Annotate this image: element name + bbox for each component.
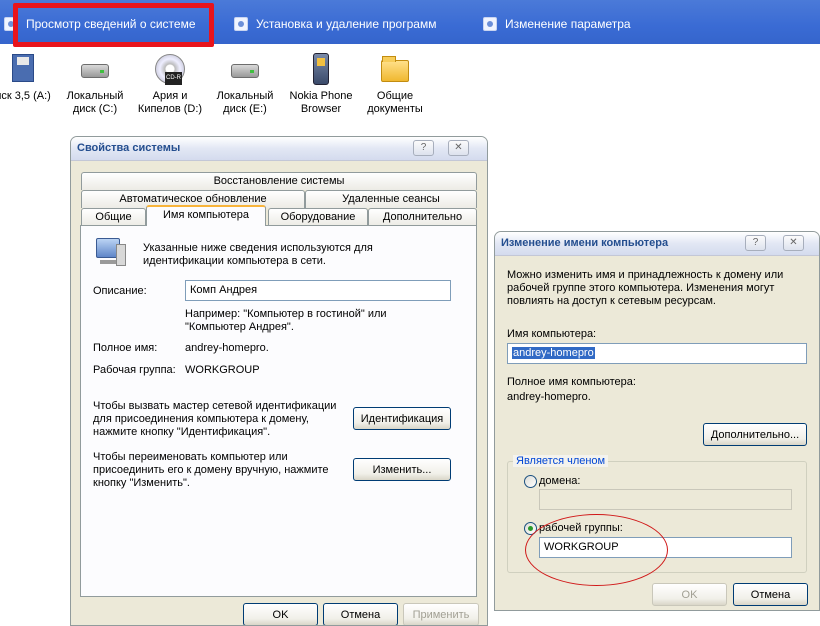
task-change-setting[interactable]: Изменение параметра xyxy=(483,14,631,34)
ok-button[interactable]: OK xyxy=(652,583,727,606)
system-properties-dialog: Свойства системы ? ✕ Восстановление сист… xyxy=(70,136,488,626)
rename-text: Чтобы переименовать компьютер или xyxy=(93,451,288,463)
desktop-icon-floppy[interactable]: иск 3,5 (A:) xyxy=(0,52,60,103)
tab-general[interactable]: Общие xyxy=(81,208,146,226)
full-name-value: andrey-homepro. xyxy=(185,342,269,354)
info-text: Указанные ниже сведения используются для xyxy=(143,242,373,254)
hard-drive-icon xyxy=(81,64,109,78)
desktop-icon-label: Общие xyxy=(376,90,414,102)
desktop-icon-label: диск (E:) xyxy=(223,103,267,115)
description-input[interactable]: Комп Андрея xyxy=(185,280,451,301)
add-remove-programs-icon xyxy=(234,17,248,31)
intro-text: повлиять на доступ к сетевым ресурсам. xyxy=(507,295,716,307)
change-button[interactable]: Изменить... xyxy=(353,458,451,481)
dialog-title: Изменение имени компьютера xyxy=(501,237,669,249)
network-id-button[interactable]: Идентификация xyxy=(353,407,451,430)
info-text: идентификации компьютера в сети. xyxy=(143,255,326,267)
phone-icon xyxy=(313,53,329,85)
dialog-titlebar[interactable]: Свойства системы ? ✕ xyxy=(71,137,487,161)
ok-button[interactable]: OK xyxy=(243,603,318,625)
computer-name-label: Имя компьютера: xyxy=(507,328,597,340)
task-pane-bar: Просмотр сведений о системе Установка и … xyxy=(0,0,820,47)
example-text: "Компьютер Андрея". xyxy=(185,321,294,333)
domain-input[interactable] xyxy=(539,489,792,510)
rename-text: кнопку "Изменить". xyxy=(93,477,190,489)
example-text: Например: "Компьютер в гостиной" или xyxy=(185,308,387,320)
computer-name-panel: Указанные ниже сведения используются для… xyxy=(80,225,477,597)
wizard-text: нажмите кнопку "Идентификация". xyxy=(93,426,271,438)
workgroup-value: WORKGROUP xyxy=(185,364,260,376)
help-icon[interactable]: ? xyxy=(413,140,434,156)
cancel-button[interactable]: Отмена xyxy=(733,583,808,606)
tab-system-restore[interactable]: Восстановление системы xyxy=(81,172,477,190)
intro-text: Можно изменить имя и принадлежность к до… xyxy=(507,269,784,281)
intro-text: рабочей группе этого компьютера. Изменен… xyxy=(507,282,775,294)
control-panel-icon xyxy=(483,17,497,31)
full-name-label: Полное имя компьютера: xyxy=(507,376,636,388)
rename-text: присоединить его к домену вручную, нажми… xyxy=(93,464,329,476)
task-label: Изменение параметра xyxy=(505,17,631,31)
close-icon[interactable]: ✕ xyxy=(448,140,469,156)
full-name-value: andrey-homepro. xyxy=(507,391,591,403)
dialog-title: Свойства системы xyxy=(77,142,181,154)
red-highlight-annotation xyxy=(13,3,214,47)
desktop-icon-label: Локальный xyxy=(66,90,124,102)
desktop-icon-label: Локальный xyxy=(216,90,274,102)
desktop-icon-label: Кипелов (D:) xyxy=(137,103,203,115)
folder-icon xyxy=(381,56,409,82)
description-label: Описание: xyxy=(93,285,147,297)
tab-computer-name[interactable]: Имя компьютера xyxy=(146,205,266,226)
selected-text: andrey-homepro xyxy=(512,347,595,359)
workgroup-label: Рабочая группа: xyxy=(93,364,176,376)
desktop-icon-drive-c[interactable]: Локальный диск (C:) xyxy=(58,52,132,116)
desktop-icon-label: Browser xyxy=(300,103,342,115)
help-icon[interactable]: ? xyxy=(745,235,766,251)
tab-remote[interactable]: Удаленные сеансы xyxy=(305,190,477,208)
cancel-button[interactable]: Отмена xyxy=(323,603,398,625)
close-icon[interactable]: ✕ xyxy=(783,235,804,251)
floppy-icon xyxy=(12,54,34,82)
computer-name-input[interactable]: andrey-homepro xyxy=(507,343,807,364)
dialog-titlebar[interactable]: Изменение имени компьютера ? ✕ xyxy=(495,232,819,256)
wizard-text: для присоединения компьютера к домену, xyxy=(93,413,309,425)
desktop-icon-label: иск 3,5 (A:) xyxy=(0,90,51,102)
more-button[interactable]: Дополнительно... xyxy=(703,423,807,446)
domain-label: домена: xyxy=(539,475,581,487)
desktop-icon-drive-e[interactable]: Локальный диск (E:) xyxy=(208,52,282,116)
desktop-icon-nokia[interactable]: Nokia Phone Browser xyxy=(284,52,358,116)
hard-drive-icon xyxy=(231,64,259,78)
desktop-icon-shared-docs[interactable]: Общие документы xyxy=(358,52,432,116)
domain-radio[interactable] xyxy=(524,475,537,488)
desktop-icon-drive-d[interactable]: CD-R Ария и Кипелов (D:) xyxy=(133,52,207,116)
desktop-icon-label: Ария и xyxy=(152,90,188,102)
desktop-icon-label: диск (C:) xyxy=(72,103,118,115)
full-name-label: Полное имя: xyxy=(93,342,158,354)
tab-hardware[interactable]: Оборудование xyxy=(268,208,368,226)
desktop-icon-label: документы xyxy=(367,103,423,115)
desktop-icon-label: Nokia Phone xyxy=(289,90,353,102)
computer-icon xyxy=(94,238,128,268)
wizard-text: Чтобы вызвать мастер сетевой идентификац… xyxy=(93,400,337,412)
member-of-legend: Является членом xyxy=(513,455,609,467)
red-ellipse-annotation xyxy=(525,514,668,586)
tab-advanced[interactable]: Дополнительно xyxy=(368,208,477,226)
task-add-remove-programs[interactable]: Установка и удаление программ xyxy=(234,14,436,34)
apply-button[interactable]: Применить xyxy=(403,603,479,625)
task-label: Установка и удаление программ xyxy=(256,17,437,31)
